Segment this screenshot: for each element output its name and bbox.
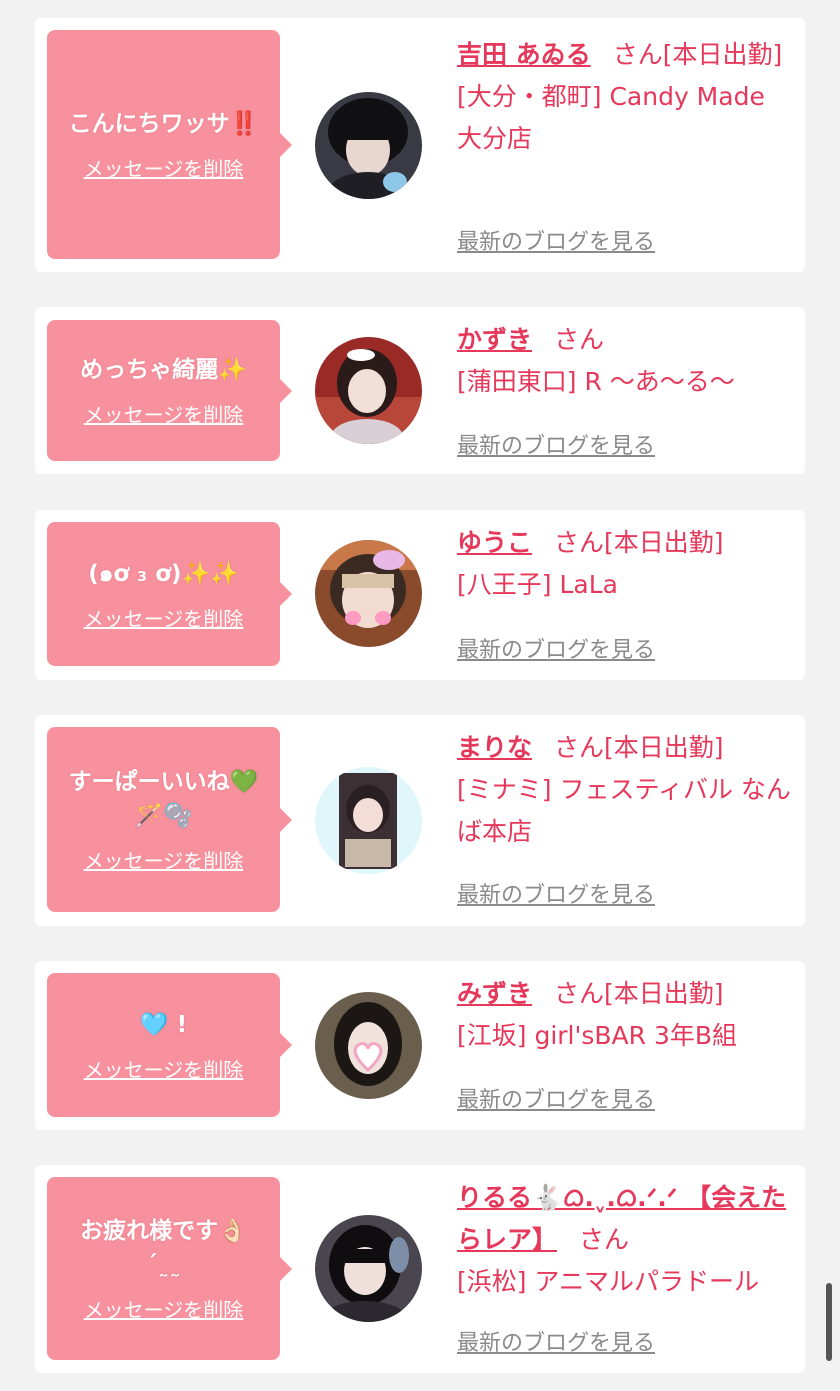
- cast-info: まりな さん[本日出勤] [ミナミ] フェスティバル なんば本店: [457, 727, 792, 853]
- honorific: さん: [554, 979, 605, 1008]
- message-card: すーぱーいいね💚🪄🫧 メッセージを削除 まりな さん[本日出勤] [ミナミ] フェ…: [35, 715, 805, 926]
- scrollbar[interactable]: [826, 1283, 832, 1361]
- honorific: さん: [579, 1225, 630, 1254]
- message-card: (๑ơ ₃ ơ)✨✨ メッセージを削除 ゆうこ さん[本日出勤] [八王子] La…: [35, 510, 805, 680]
- message-text: めっちゃ綺麗✨: [80, 357, 247, 383]
- delete-message-link[interactable]: メッセージを削除: [84, 1294, 244, 1323]
- attendance-status: [本日出勤]: [604, 528, 724, 557]
- shop-name: [江坂] girl'sBAR 3年B組: [457, 1021, 738, 1050]
- latest-blog-link[interactable]: 最新のブログを見る: [457, 428, 655, 460]
- delete-message-link[interactable]: メッセージを削除: [84, 603, 244, 632]
- avatar[interactable]: [315, 92, 422, 199]
- shop-name: [ミナミ] フェスティバル なんば本店: [457, 775, 791, 846]
- girl-avatar-icon: [315, 992, 422, 1099]
- shop-name: [八王子] LaLa: [457, 570, 618, 599]
- latest-blog-link[interactable]: 最新のブログを見る: [457, 1325, 655, 1357]
- cast-name-link[interactable]: みずき: [457, 979, 532, 1008]
- cast-name-line: りるる🐇ᜊ.ˬ.ᜊ.ᐟ.ᐟ 【会えたらレア】 さん: [457, 1177, 792, 1261]
- attendance-status: [本日出勤]: [604, 733, 724, 762]
- latest-blog-link[interactable]: 最新のブログを見る: [457, 877, 655, 909]
- message-text: こんにちワッサ‼️: [68, 111, 259, 137]
- cast-name-line: ゆうこ さん[本日出勤]: [457, 522, 792, 564]
- delete-message-link[interactable]: メッセージを削除: [84, 153, 244, 182]
- message-card: こんにちワッサ‼️ メッセージを削除 吉田 あゐる さん[本日出勤] [大分・都町…: [35, 18, 805, 272]
- honorific: さん: [554, 733, 605, 762]
- latest-blog-link[interactable]: 最新のブログを見る: [457, 632, 655, 664]
- message-bubble: すーぱーいいね💚🪄🫧 メッセージを削除: [47, 727, 292, 912]
- girl-avatar-icon: [315, 767, 422, 874]
- cast-name-link[interactable]: かずき: [457, 325, 532, 354]
- honorific: さん: [554, 528, 605, 557]
- latest-blog-link[interactable]: 最新のブログを見る: [457, 1082, 655, 1114]
- latest-blog-link[interactable]: 最新のブログを見る: [457, 224, 655, 256]
- shop-name: [浜松] アニマルパラドール: [457, 1267, 759, 1296]
- message-bubble: (๑ơ ₃ ơ)✨✨ メッセージを削除: [47, 522, 292, 666]
- message-bubble: 🩵 ! メッセージを削除: [47, 973, 292, 1117]
- attendance-status: [本日出勤]: [662, 40, 783, 69]
- cast-info: 吉田 あゐる さん[本日出勤] [大分・都町] Candy Made 大分店: [457, 34, 792, 160]
- message-bubble: こんにちワッサ‼️ メッセージを削除: [47, 30, 292, 259]
- avatar[interactable]: [315, 767, 422, 874]
- avatar[interactable]: [315, 337, 422, 444]
- message-card: 🩵 ! メッセージを削除 みずき さん[本日出勤] [江坂] girl'sBAR …: [35, 961, 805, 1130]
- cast-info: りるる🐇ᜊ.ˬ.ᜊ.ᐟ.ᐟ 【会えたらレア】 さん [浜松] アニマルパラドール: [457, 1177, 792, 1303]
- cast-info: みずき さん[本日出勤] [江坂] girl'sBAR 3年B組: [457, 973, 792, 1057]
- delete-message-link[interactable]: メッセージを削除: [84, 399, 244, 428]
- message-text: 🩵 !: [139, 1011, 188, 1038]
- delete-message-link[interactable]: メッセージを削除: [84, 1054, 244, 1083]
- shop-name: [大分・都町] Candy Made 大分店: [457, 82, 765, 153]
- cast-name-link[interactable]: まりな: [457, 733, 532, 762]
- cast-name-line: まりな さん[本日出勤]: [457, 727, 792, 769]
- cast-info: ゆうこ さん[本日出勤] [八王子] LaLa: [457, 522, 792, 606]
- girl-avatar-icon: [315, 1215, 422, 1322]
- message-text: お疲れ様です👌🏻 ˊ˷˷: [80, 1218, 247, 1278]
- girl-avatar-icon: [315, 540, 422, 647]
- girl-avatar-icon: [315, 337, 422, 444]
- cast-name-line: みずき さん[本日出勤]: [457, 973, 792, 1015]
- cast-name-line: 吉田 あゐる さん[本日出勤]: [457, 34, 792, 76]
- message-card: お疲れ様です👌🏻 ˊ˷˷ メッセージを削除 りるる🐇ᜊ.ˬ.ᜊ.ᐟ.ᐟ 【会えた…: [35, 1165, 805, 1373]
- honorific: さん: [554, 325, 605, 354]
- message-bubble: お疲れ様です👌🏻 ˊ˷˷ メッセージを削除: [47, 1177, 292, 1360]
- cast-name-link[interactable]: 吉田 あゐる: [457, 40, 591, 69]
- delete-message-link[interactable]: メッセージを削除: [84, 845, 244, 874]
- cast-info: かずき さん [蒲田東口] R 〜あ〜る〜: [457, 319, 792, 403]
- honorific: さん: [612, 40, 663, 69]
- message-text: すーぱーいいね💚🪄🫧: [68, 769, 259, 829]
- attendance-status: [本日出勤]: [604, 979, 724, 1008]
- cast-name-link[interactable]: ゆうこ: [457, 528, 532, 557]
- cast-name-line: かずき さん: [457, 319, 792, 361]
- message-text: (๑ơ ₃ ơ)✨✨: [88, 560, 239, 587]
- message-list: こんにちワッサ‼️ メッセージを削除 吉田 あゐる さん[本日出勤] [大分・都町…: [0, 0, 840, 1391]
- avatar[interactable]: [315, 992, 422, 1099]
- message-bubble: めっちゃ綺麗✨ メッセージを削除: [47, 320, 292, 461]
- avatar[interactable]: [315, 540, 422, 647]
- shop-name: [蒲田東口] R 〜あ〜る〜: [457, 367, 735, 396]
- girl-avatar-icon: [315, 92, 422, 199]
- avatar[interactable]: [315, 1215, 422, 1322]
- message-card: めっちゃ綺麗✨ メッセージを削除 かずき さん [蒲田東口] R 〜あ〜る〜 最新…: [35, 307, 805, 474]
